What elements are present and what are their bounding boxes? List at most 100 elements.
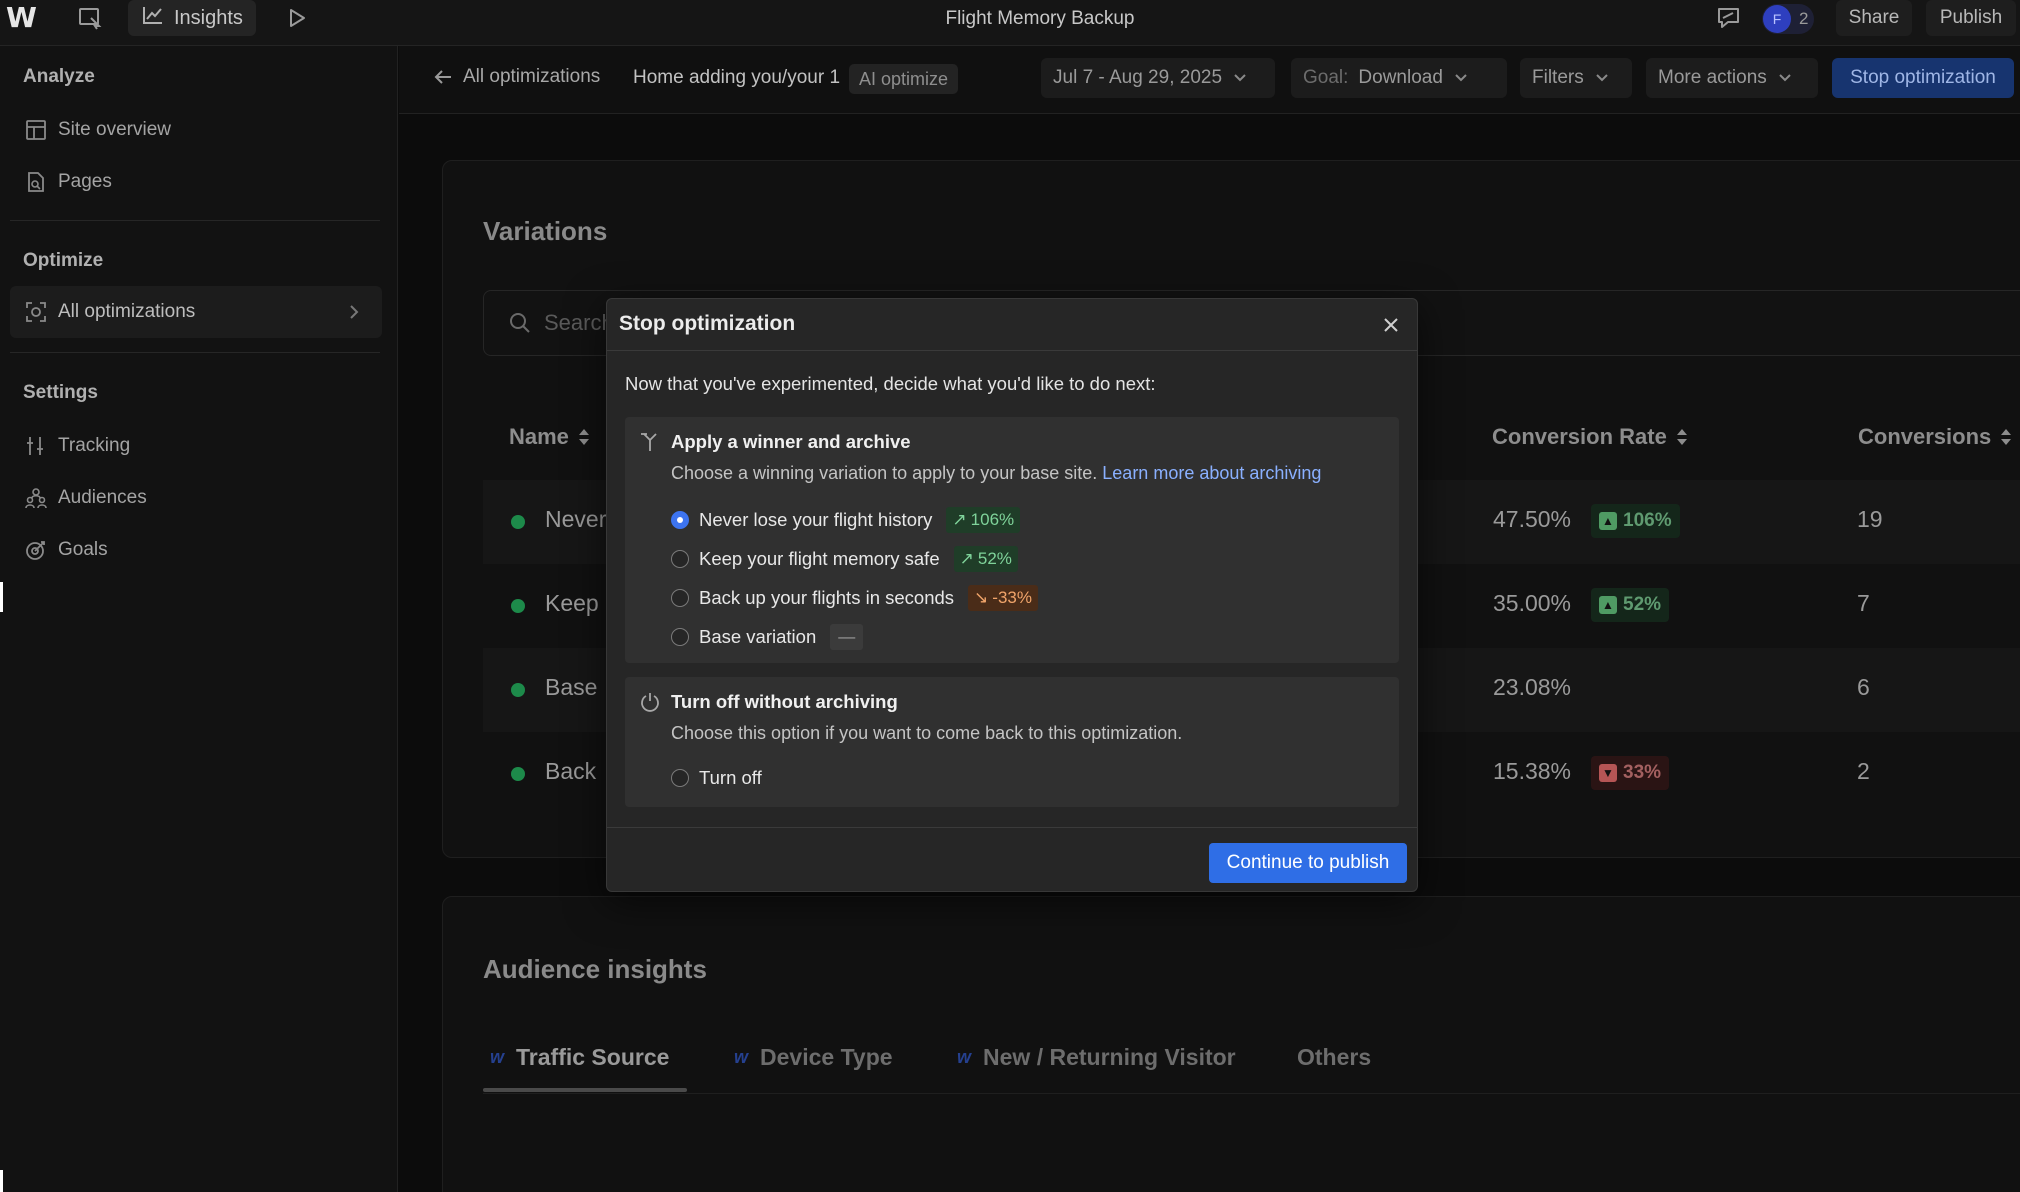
chevron-down-icon (1234, 74, 1246, 82)
arrow-left-icon (434, 70, 451, 84)
chevron-right-icon (350, 305, 359, 319)
arrow-down-right-icon: ↘ (974, 588, 989, 607)
turn-off-section: Turn off without archiving Choose this o… (625, 677, 1399, 807)
target-icon (26, 302, 46, 322)
sidebar-item-label: Site overview (58, 119, 171, 140)
date-range-label: Jul 7 - Aug 29, 2025 (1053, 67, 1223, 88)
radio-button[interactable] (671, 589, 689, 607)
stop-optimization-button[interactable]: Stop optimization (1832, 58, 2014, 98)
conversions-count: 19 (1857, 506, 1883, 532)
radio-button[interactable] (671, 769, 689, 787)
apply-winner-heading: Apply a winner and archive (639, 431, 911, 453)
radio-button[interactable] (671, 628, 689, 646)
sidebar-item-site-overview[interactable]: Site overview (10, 104, 382, 156)
edge-marker (0, 582, 3, 612)
goal-dropdown[interactable]: Goal: Download (1291, 58, 1507, 98)
tab-divider (483, 1093, 2020, 1094)
learn-more-archiving-link[interactable]: Learn more about archiving (1102, 463, 1321, 483)
arrow-down-icon: ▼ (1599, 764, 1617, 782)
sort-icon (1676, 429, 1687, 445)
conversion-rate: 15.38% (1493, 758, 1572, 784)
sidebar-item-tracking[interactable]: Tracking (10, 420, 382, 472)
layout-icon (26, 120, 46, 140)
lift-badge: — (830, 624, 864, 650)
edge-marker (0, 1170, 3, 1192)
dialog-title: Stop optimization (619, 312, 796, 335)
tab-label: New / Returning Visitor (983, 1044, 1236, 1070)
column-label: Conversions (1858, 424, 1992, 449)
collaborator-count: 2 (1799, 9, 1809, 28)
share-button[interactable]: Share (1836, 0, 1912, 36)
sidebar-divider (10, 220, 380, 221)
column-header-name[interactable]: Name (509, 424, 591, 450)
lift-badge: ↗ 52% (953, 546, 1018, 572)
variation-name: Never (545, 506, 607, 532)
optimization-header: All optimizations Home adding you/your 1… (399, 46, 2020, 114)
ai-optimize-badge: AI optimize (849, 64, 959, 94)
winner-option-back-up[interactable]: Back up your flights in seconds ↘ -33% (671, 585, 1038, 611)
close-icon[interactable] (1381, 315, 1401, 335)
sidebar-item-pages[interactable]: Pages (10, 156, 382, 208)
more-actions-dropdown[interactable]: More actions (1646, 58, 1818, 98)
publish-button[interactable]: Publish (1926, 0, 2016, 36)
sidebar-item-audiences[interactable]: Audiences (10, 472, 382, 524)
column-header-conversion-rate[interactable]: Conversion Rate (1492, 424, 1689, 450)
avatar: F (1763, 5, 1791, 33)
sidebar-divider (10, 352, 380, 353)
sidebar: Analyze Site overview Pages Optimize All… (0, 46, 398, 1192)
filters-dropdown[interactable]: Filters (1520, 58, 1632, 98)
variation-name: Keep (545, 590, 599, 616)
option-label: Keep your flight memory safe (699, 548, 940, 569)
turn-off-option[interactable]: Turn off (671, 767, 762, 789)
status-dot (511, 767, 525, 781)
tab-label: Device Type (760, 1044, 893, 1070)
column-label: Conversion Rate (1492, 424, 1667, 449)
chevron-down-icon (1455, 74, 1467, 82)
tab-traffic-source[interactable]: w Traffic Source (490, 1044, 669, 1071)
conversion-rate: 23.08% (1493, 674, 1572, 700)
variation-name: Base (545, 674, 598, 700)
tab-device-type[interactable]: w Device Type (734, 1044, 893, 1071)
settings-heading: Settings (23, 382, 98, 403)
comments-icon[interactable] (1716, 6, 1742, 30)
lift-badge: ↗ 106% (946, 507, 1021, 533)
lift-badge: ↘ -33% (968, 585, 1038, 611)
conversions-count: 2 (1857, 758, 1870, 784)
goal-icon (26, 541, 45, 560)
status-dot (511, 515, 525, 529)
conversions-count: 7 (1857, 590, 1870, 616)
tab-label: Others (1297, 1044, 1372, 1070)
winner-option-base[interactable]: Base variation — (671, 624, 864, 650)
sort-icon (2001, 429, 2012, 445)
change-badge: ▼ 33% (1591, 756, 1670, 790)
audience-insights-title: Audience insights (483, 954, 707, 984)
continue-to-publish-button[interactable]: Continue to publish (1209, 843, 1407, 883)
status-dot (511, 599, 525, 613)
stop-optimization-dialog: Stop optimization Now that you've experi… (606, 298, 1418, 892)
search-placeholder: Search (544, 310, 614, 335)
sidebar-item-all-optimizations[interactable]: All optimizations (10, 286, 382, 338)
date-range-dropdown[interactable]: Jul 7 - Aug 29, 2025 (1041, 58, 1275, 98)
dialog-intro: Now that you've experimented, decide wha… (625, 373, 1156, 394)
sidebar-item-goals[interactable]: Goals (10, 524, 382, 576)
tab-new-returning-visitor[interactable]: w New / Returning Visitor (957, 1044, 1236, 1071)
winner-option-keep-safe[interactable]: Keep your flight memory safe ↗ 52% (671, 546, 1018, 572)
change-badge: ▲ 52% (1591, 588, 1670, 622)
conversion-rate: 35.00% (1493, 590, 1572, 616)
collaborators-avatar[interactable]: F 2 (1762, 4, 1814, 34)
page-search-icon (28, 172, 44, 192)
optimization-name: Home adding you/your 1 (633, 67, 841, 88)
power-icon (641, 693, 659, 712)
back-label: All optimizations (463, 66, 601, 87)
more-actions-label: More actions (1658, 67, 1767, 88)
radio-button[interactable] (671, 511, 689, 529)
winner-option-never-lose[interactable]: Never lose your flight history ↗ 106% (671, 507, 1021, 533)
dialog-footer-divider (607, 827, 1417, 828)
conversion-rate: 47.50% (1493, 506, 1572, 532)
ai-icon: w (734, 1047, 749, 1067)
radio-button[interactable] (671, 550, 689, 568)
arrow-up-right-icon: ↗ (959, 549, 974, 568)
back-to-optimizations-link[interactable]: All optimizations (433, 66, 600, 88)
column-header-conversions[interactable]: Conversions (1858, 424, 2013, 450)
tab-others[interactable]: Others (1297, 1044, 1371, 1071)
